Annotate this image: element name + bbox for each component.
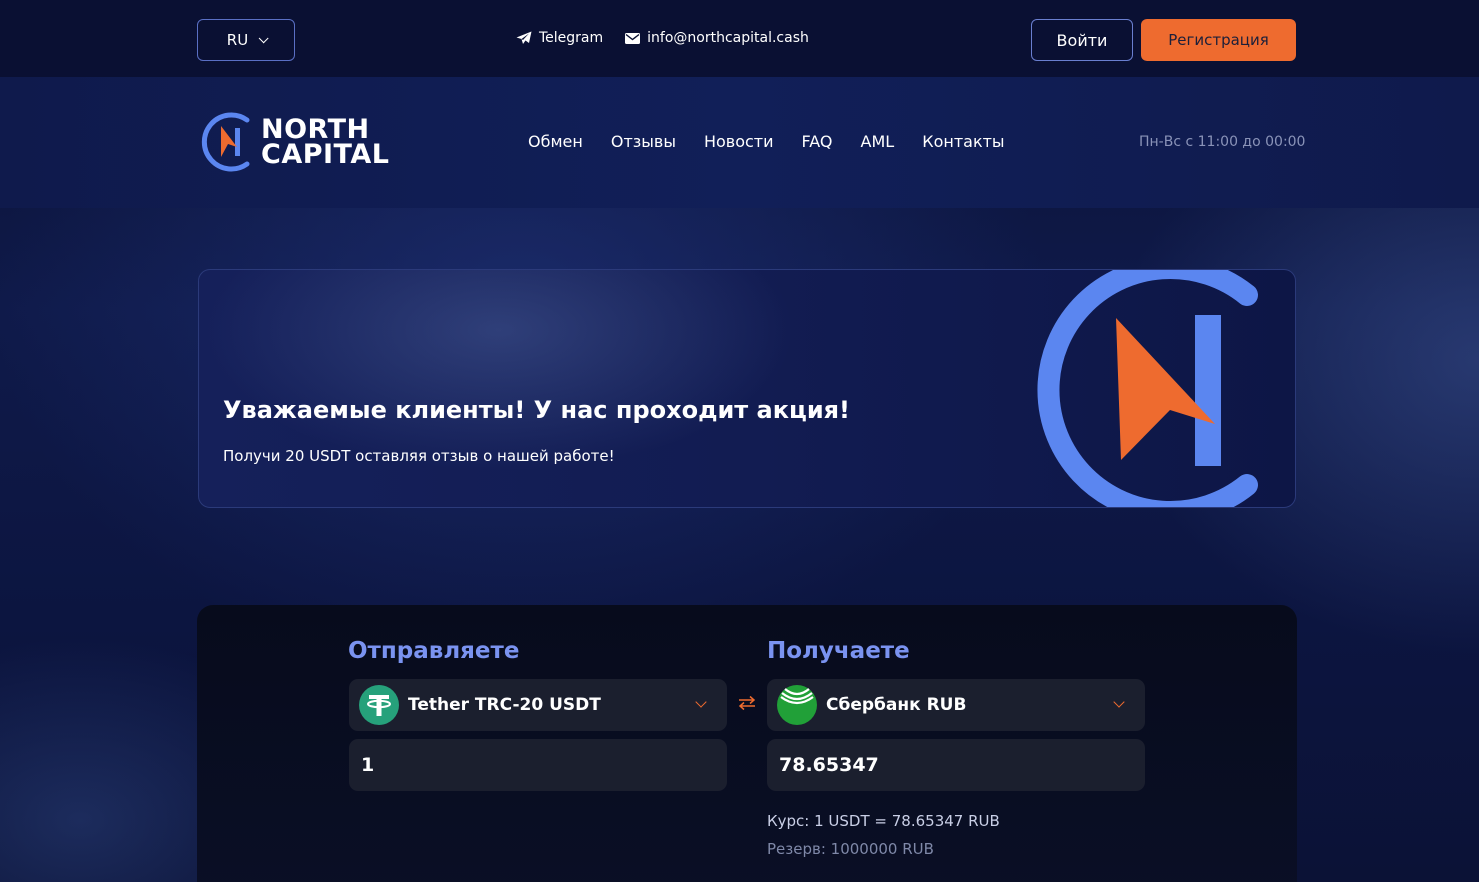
- receive-title: Получаете: [767, 638, 910, 664]
- north-capital-logo-icon: [201, 112, 250, 172]
- login-button[interactable]: Войти: [1031, 19, 1133, 61]
- email-link[interactable]: info@northcapital.cash: [625, 30, 809, 46]
- nav-item-contacts[interactable]: Контакты: [922, 132, 1004, 151]
- nav-item-faq[interactable]: FAQ: [802, 132, 833, 151]
- send-currency-label: Tether TRC-20 USDT: [408, 695, 601, 715]
- telegram-label: Telegram: [539, 30, 604, 46]
- promo-banner: Уважаемые клиенты! У нас проходит акция!…: [198, 269, 1296, 508]
- send-title: Отправляете: [348, 638, 520, 664]
- nav-item-news[interactable]: Новости: [704, 132, 774, 151]
- nav-item-exchange[interactable]: Обмен: [528, 132, 583, 151]
- banner-title: Уважаемые клиенты! У нас проходит акция!: [223, 396, 850, 424]
- exchange-rate: Курс: 1 USDT = 78.65347 RUB: [767, 812, 1000, 830]
- mail-icon: [625, 32, 641, 44]
- brand-name: NORTH CAPITAL: [261, 116, 390, 170]
- language-label: RU: [226, 31, 249, 49]
- email-label: info@northcapital.cash: [647, 30, 809, 46]
- exchange-form: Отправляете Получаете Tether TRC-20 USDT…: [197, 605, 1297, 882]
- language-selector[interactable]: RU: [197, 19, 295, 61]
- chevron-down-icon: [695, 696, 707, 708]
- nav-item-reviews[interactable]: Отзывы: [611, 132, 676, 151]
- main-menu: Обмен Отзывы Новости FAQ AML Контакты: [528, 132, 1005, 151]
- tether-icon: [359, 685, 399, 725]
- receive-amount-input[interactable]: 78.65347: [767, 739, 1145, 791]
- reserve-amount: Резерв: 1000000 RUB: [767, 840, 934, 858]
- top-bar: RU Telegram info@northcapital.cash Войти…: [0, 0, 1479, 77]
- chevron-down-icon: [258, 32, 269, 43]
- sberbank-icon: [777, 685, 817, 725]
- send-currency-select[interactable]: Tether TRC-20 USDT: [349, 679, 727, 731]
- banner-subtitle: Получи 20 USDT оставляя отзыв о нашей ра…: [223, 447, 615, 465]
- working-hours: Пн-Вс с 11:00 до 00:00: [1139, 134, 1306, 150]
- receive-currency-select[interactable]: Сбербанк RUB: [767, 679, 1145, 731]
- contact-links: Telegram info@northcapital.cash: [516, 30, 809, 46]
- receive-currency-label: Сбербанк RUB: [826, 695, 967, 715]
- telegram-icon: [516, 31, 532, 44]
- brand-logo[interactable]: NORTH CAPITAL: [197, 110, 389, 174]
- banner-logo-icon: [1037, 270, 1258, 507]
- send-amount-input[interactable]: 1: [349, 739, 727, 791]
- swap-icon[interactable]: [736, 695, 758, 711]
- nav-item-aml[interactable]: AML: [861, 132, 895, 151]
- telegram-link[interactable]: Telegram: [516, 30, 603, 46]
- chevron-down-icon: [1113, 696, 1125, 708]
- register-button[interactable]: Регистрация: [1141, 19, 1296, 61]
- brand-name-line2: CAPITAL: [261, 139, 390, 170]
